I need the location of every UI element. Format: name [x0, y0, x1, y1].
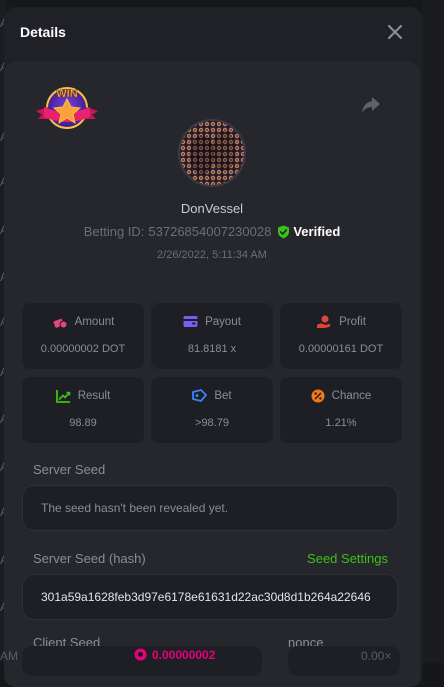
bet-timestamp: 2/26/2022, 5:11:34 AM [157, 249, 267, 261]
bet-details-modal: Details WIN DonVessel Betting ID: 537268… [4, 7, 422, 687]
coins-icon [53, 318, 68, 329]
player-name: DonVessel [180, 201, 244, 216]
server-seed-value: The seed hasn't been revealed yet. [41, 501, 229, 515]
server-seed-label: Server Seed [33, 462, 106, 477]
svg-text:WIN: WIN [56, 88, 77, 100]
background-amount-fragment: 0.00000002 [152, 648, 216, 662]
stat-label: Result [77, 390, 111, 402]
verified-badge: Verified [277, 224, 340, 239]
share-icon [362, 97, 380, 113]
close-icon [388, 25, 402, 39]
betting-id-row: Betting ID: 537268540072300​28 Verified [4, 224, 420, 239]
stat-label: Payout [205, 315, 241, 328]
percent-icon [311, 389, 325, 403]
avatar-image [180, 121, 244, 185]
modal-header: Details [4, 7, 422, 59]
stat-label: Amount [74, 316, 115, 328]
wallet-icon [183, 316, 198, 327]
background-bet-row: AM 0.00000002 0.00× [0, 648, 444, 663]
shield-check-icon [278, 225, 290, 238]
avatar [178, 119, 246, 187]
stat-value: 1.21% [325, 417, 357, 429]
stat-value: 0.00000002 DOT [40, 343, 126, 355]
verified-label: Verified [293, 224, 341, 239]
stat-value: 81.8181 x [187, 343, 237, 355]
share-button[interactable] [360, 95, 382, 115]
chart-up-icon [55, 390, 70, 403]
stat-value: 98.89 [69, 417, 97, 429]
stat-label: Bet [214, 389, 232, 402]
win-badge-icon: WIN [36, 87, 98, 129]
background-edge [422, 0, 444, 663]
bet-details-panel: WIN DonVessel Betting ID: 53726854007230… [4, 61, 420, 687]
close-button[interactable] [386, 23, 404, 41]
server-seed-hash-label: Server Seed (hash) [33, 551, 146, 566]
dot-coin-icon [134, 648, 147, 664]
background-time-fragment: AM [0, 649, 18, 663]
server-seed-hash-field[interactable]: 301a59a1628feb3d97e6178e61631d22ac30d8d1… [22, 574, 398, 620]
hand-coin-icon [317, 315, 331, 328]
stat-card-bet: Bet >98.79 [151, 377, 273, 443]
stat-card-result: Result 98.89 [22, 377, 144, 443]
server-seed-field[interactable]: The seed hasn't been revealed yet. [22, 485, 398, 531]
stat-value: 0.00000161 DOT [298, 343, 384, 355]
stat-card-chance: Chance 1.21% [280, 377, 402, 443]
server-seed-hash-value: 301a59a1628feb3d97e6178e61631d22ac30d8d1… [41, 590, 371, 604]
betting-id-value: 537268540072300​28 [148, 224, 272, 239]
stat-label: Chance [331, 390, 372, 402]
stat-value: >98.79 [195, 417, 229, 429]
betting-id-label: Betting ID: [83, 224, 145, 239]
modal-title: Details [20, 24, 66, 40]
seed-settings-link[interactable]: Seed Settings [307, 551, 388, 566]
ticket-icon [192, 389, 208, 402]
stat-label: Profit [339, 316, 366, 328]
stat-card-profit: Profit 0.00000161 DOT [280, 303, 402, 369]
stat-card-amount: Amount 0.00000002 DOT [22, 303, 144, 369]
background-multiplier-fragment: 0.00× [361, 649, 392, 663]
stat-card-payout: Payout 81.8181 x [151, 303, 273, 369]
